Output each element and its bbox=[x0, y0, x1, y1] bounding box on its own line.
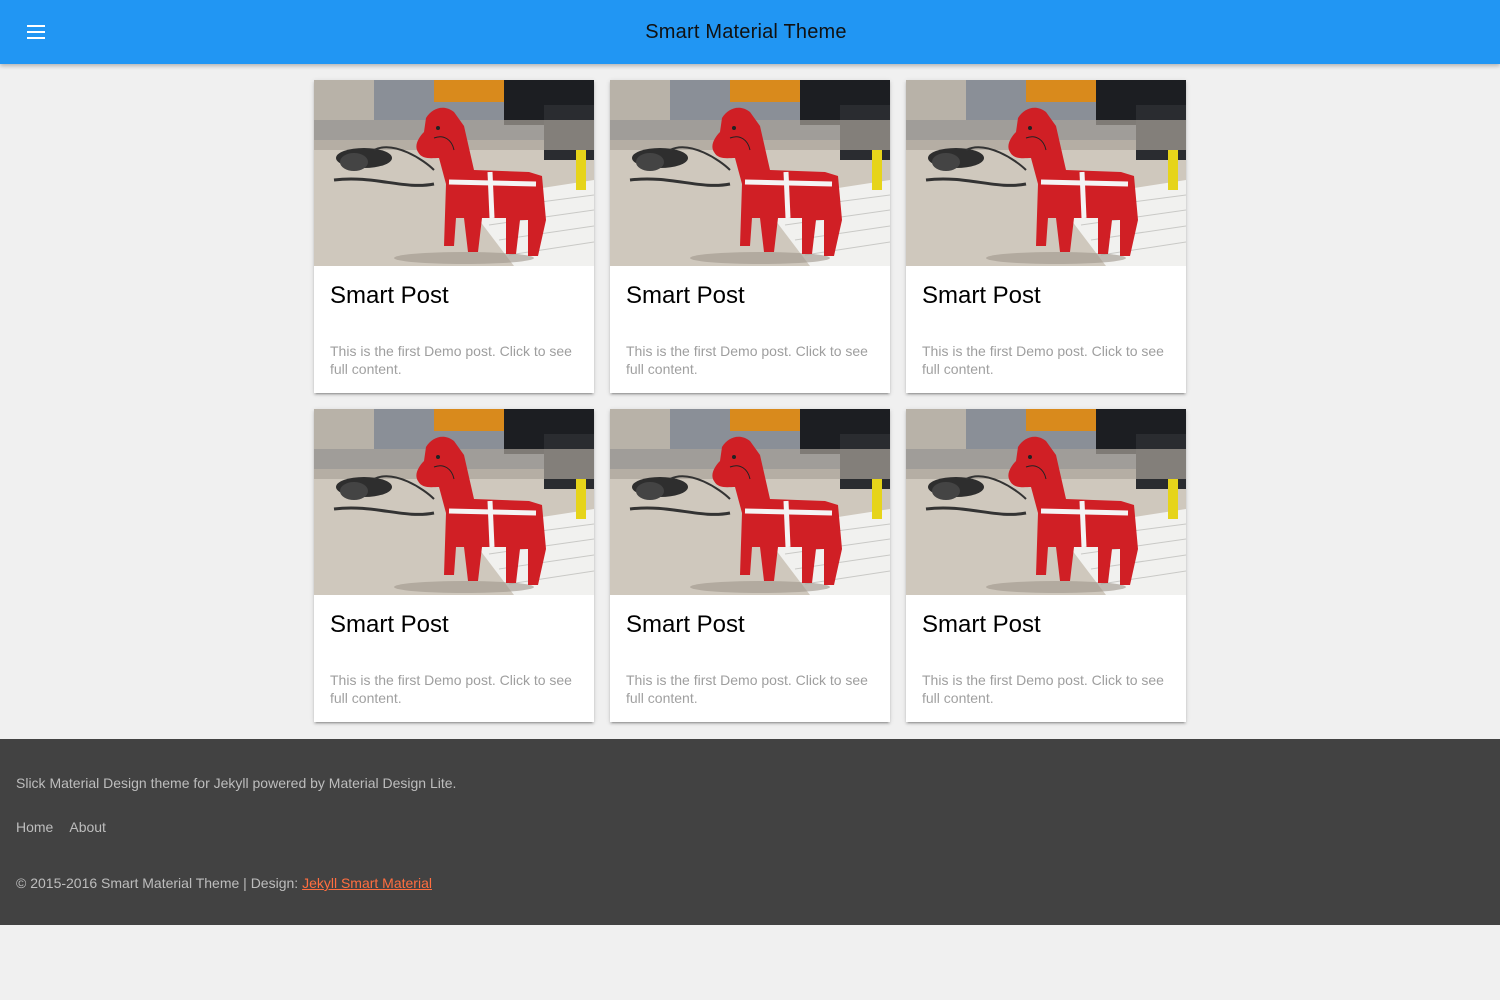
page-title: Smart Material Theme bbox=[645, 21, 847, 43]
copyright-text: © 2015-2016 Smart Material Theme | Desig… bbox=[16, 875, 303, 891]
post-image[interactable] bbox=[314, 409, 594, 595]
post-title[interactable]: Smart Post bbox=[610, 595, 890, 657]
post-image[interactable] bbox=[610, 80, 890, 266]
post-image[interactable] bbox=[906, 80, 1186, 266]
post-excerpt: This is the first Demo post. Click to se… bbox=[906, 657, 1186, 722]
app-header: Smart Material Theme bbox=[0, 0, 1500, 64]
footer-link-home[interactable]: Home bbox=[16, 819, 53, 835]
post-card[interactable]: Smart Post This is the first Demo post. … bbox=[314, 80, 594, 393]
post-title[interactable]: Smart Post bbox=[906, 595, 1186, 657]
post-image[interactable] bbox=[906, 409, 1186, 595]
post-grid: Smart Post This is the first Demo post. … bbox=[314, 80, 1186, 722]
site-footer: Slick Material Design theme for Jekyll p… bbox=[0, 739, 1500, 925]
post-title[interactable]: Smart Post bbox=[314, 595, 594, 657]
post-title[interactable]: Smart Post bbox=[314, 266, 594, 328]
post-excerpt: This is the first Demo post. Click to se… bbox=[314, 657, 594, 722]
post-excerpt: This is the first Demo post. Click to se… bbox=[906, 328, 1186, 393]
post-card[interactable]: Smart Post This is the first Demo post. … bbox=[314, 409, 594, 722]
footer-description: Slick Material Design theme for Jekyll p… bbox=[16, 775, 457, 791]
design-link[interactable]: Jekyll Smart Material bbox=[302, 875, 432, 891]
post-card[interactable]: Smart Post This is the first Demo post. … bbox=[906, 409, 1186, 722]
post-card[interactable]: Smart Post This is the first Demo post. … bbox=[610, 80, 890, 393]
post-card[interactable]: Smart Post This is the first Demo post. … bbox=[906, 80, 1186, 393]
footer-nav: Home About bbox=[16, 819, 106, 835]
footer-copyright: © 2015-2016 Smart Material Theme | Desig… bbox=[16, 875, 432, 891]
post-card[interactable]: Smart Post This is the first Demo post. … bbox=[610, 409, 890, 722]
post-excerpt: This is the first Demo post. Click to se… bbox=[610, 328, 890, 393]
post-excerpt: This is the first Demo post. Click to se… bbox=[314, 328, 594, 393]
footer-link-about[interactable]: About bbox=[69, 819, 106, 835]
post-excerpt: This is the first Demo post. Click to se… bbox=[610, 657, 890, 722]
post-title[interactable]: Smart Post bbox=[610, 266, 890, 328]
post-title[interactable]: Smart Post bbox=[906, 266, 1186, 328]
post-image[interactable] bbox=[314, 80, 594, 266]
post-image[interactable] bbox=[610, 409, 890, 595]
